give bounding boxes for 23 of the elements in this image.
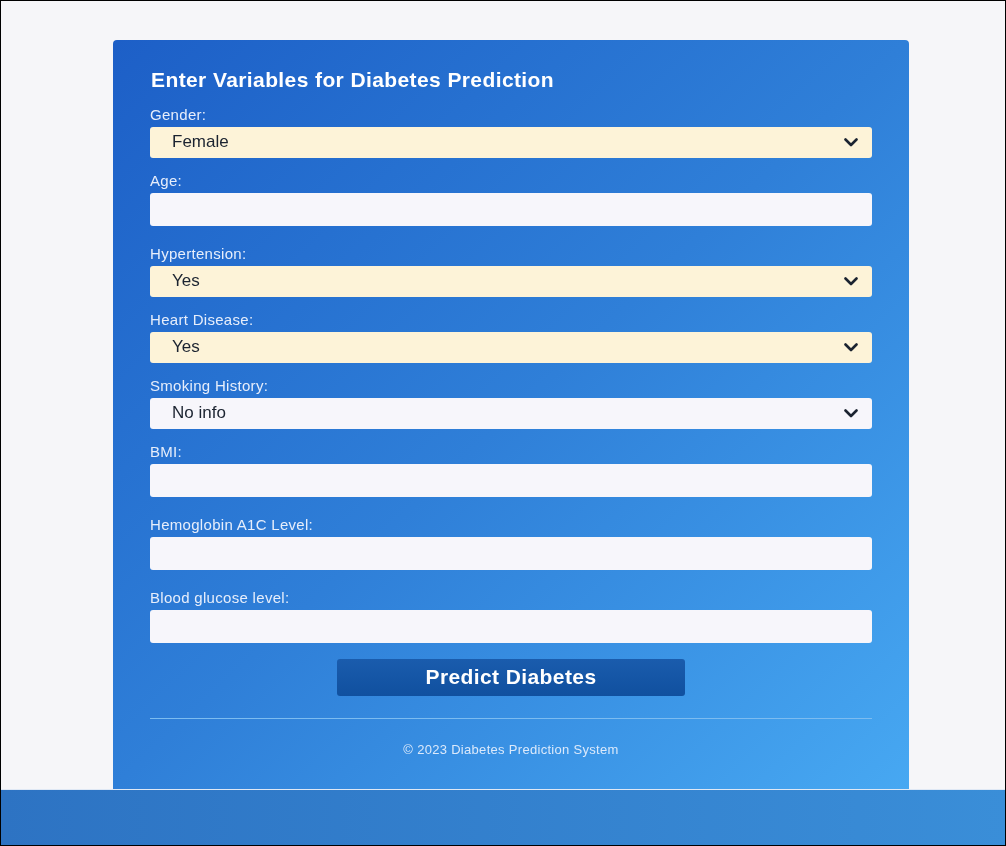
dropdown-select[interactable]: Yes — [150, 331, 872, 363]
chevron-down-icon — [844, 342, 858, 352]
dropdown-select[interactable]: Yes — [150, 265, 872, 297]
chevron-down-icon — [844, 408, 858, 418]
field-label: Gender: — [150, 104, 208, 125]
field-label: Smoking History: — [150, 375, 270, 396]
field-label: Age: — [150, 170, 184, 191]
input-field[interactable] — [150, 609, 872, 643]
input-field[interactable] — [150, 536, 872, 570]
dropdown-select[interactable]: Female — [150, 126, 872, 158]
field-label: Blood glucose level: — [150, 587, 291, 608]
chevron-down-icon — [844, 137, 858, 147]
predict-button[interactable]: Predict Diabetes — [337, 658, 685, 696]
chevron-down-icon — [844, 276, 858, 286]
field-label: Heart Disease: — [150, 309, 255, 330]
input-field[interactable] — [150, 463, 872, 497]
field-label: Hemoglobin A1C Level: — [150, 514, 315, 535]
field-label: BMI: — [150, 441, 184, 462]
footer-copyright: © 2023 Diabetes Prediction System — [403, 740, 619, 759]
dropdown-select[interactable]: No info — [150, 397, 872, 429]
field-label: Hypertension: — [150, 243, 248, 264]
form-title: Enter Variables for Diabetes Prediction — [151, 67, 556, 93]
input-field[interactable] — [150, 192, 872, 226]
